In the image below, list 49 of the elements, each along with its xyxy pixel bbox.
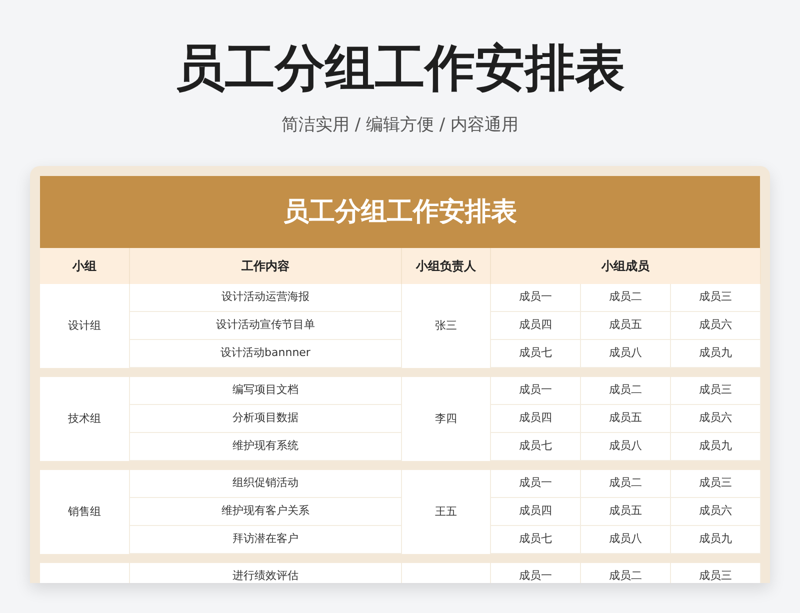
task-cell: 组织促销活动 xyxy=(130,470,402,498)
member-cell: 成员二 xyxy=(581,563,671,583)
member-cell: 成员三 xyxy=(671,284,761,312)
member-cell: 成员一 xyxy=(491,377,581,405)
member-cell: 成员八 xyxy=(581,340,671,368)
member-cell: 成员七 xyxy=(491,433,581,461)
member-cell: 成员一 xyxy=(491,470,581,498)
task-cell: 设计活动bannner xyxy=(130,340,402,368)
member-cell: 成员六 xyxy=(671,312,761,340)
member-cell: 成员二 xyxy=(581,377,671,405)
member-cell: 成员七 xyxy=(491,526,581,554)
member-cell: 成员五 xyxy=(581,498,671,526)
task-cell: 编写项目文档 xyxy=(130,377,402,405)
leader-cell: 王五 xyxy=(402,470,491,554)
member-cell: 成员六 xyxy=(671,405,761,433)
member-cell: 成员八 xyxy=(581,433,671,461)
member-cell: 成员三 xyxy=(671,470,761,498)
task-cell: 设计活动宣传节目单 xyxy=(130,312,402,340)
task-cell: 维护现有客户关系 xyxy=(130,498,402,526)
member-cell: 成员四 xyxy=(491,498,581,526)
task-cell: 进行绩效评估 xyxy=(130,563,402,583)
task-cell: 拜访潜在客户 xyxy=(130,526,402,554)
member-cell: 成员三 xyxy=(671,377,761,405)
member-cell: 成员九 xyxy=(671,340,761,368)
member-cell: 成员四 xyxy=(491,312,581,340)
group-name-cell: 技术组 xyxy=(40,377,130,461)
member-cell: 成员二 xyxy=(581,470,671,498)
member-cell: 成员四 xyxy=(491,405,581,433)
member-cell: 成员九 xyxy=(671,433,761,461)
member-cell: 成员五 xyxy=(581,312,671,340)
member-cell: 成员一 xyxy=(491,284,581,312)
group-name-cell: 设计组 xyxy=(40,284,130,368)
table-title: 员工分组工作安排表 xyxy=(40,176,760,248)
member-cell: 成员一 xyxy=(491,563,581,583)
page-title: 员工分组工作安排表 xyxy=(175,38,625,98)
group-name-cell: 销售组 xyxy=(40,470,130,554)
member-cell: 成员五 xyxy=(581,405,671,433)
subtitle: 简洁实用 / 编辑方便 / 内容通用 xyxy=(281,114,519,136)
task-cell: 维护现有系统 xyxy=(130,433,402,461)
member-cell: 成员三 xyxy=(671,563,761,583)
member-cell: 成员七 xyxy=(491,340,581,368)
leader-cell: 张三 xyxy=(402,284,491,368)
member-cell: 成员二 xyxy=(581,284,671,312)
task-cell: 分析项目数据 xyxy=(130,405,402,433)
leader-cell: 李四 xyxy=(402,377,491,461)
member-cell: 成员九 xyxy=(671,526,761,554)
member-cell: 成员八 xyxy=(581,526,671,554)
task-cell: 设计活动运营海报 xyxy=(130,284,402,312)
member-cell: 成员六 xyxy=(671,498,761,526)
